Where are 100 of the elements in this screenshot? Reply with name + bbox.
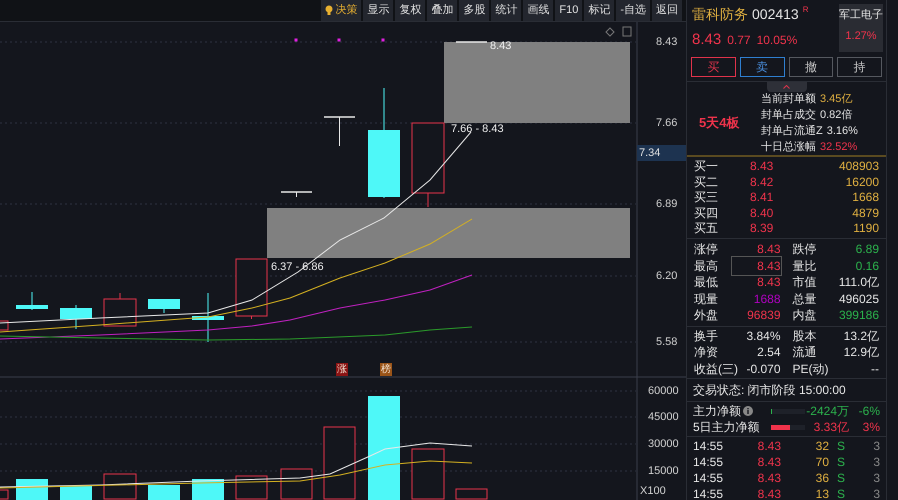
bid-price: 8.43 [750, 158, 772, 176]
bid-price: 8.41 [750, 189, 772, 206]
stat-label: 涨停 [694, 241, 719, 258]
limit-up-label: 封单占流通Z [761, 124, 823, 138]
limit-up-value: 3.45亿 [820, 92, 852, 106]
fundamental-value: -0.070 [745, 360, 780, 378]
zone-range-label: 7.66 - 8.43 [451, 122, 504, 136]
stat-label: 内盘 [792, 307, 818, 324]
limit-up-value: 32.52% [820, 140, 858, 154]
price-axis-label: 7.66 [656, 116, 678, 130]
event-marker[interactable]: 榜 [380, 363, 392, 376]
price-axis-label: 5.58 [656, 335, 678, 349]
stat-value: 8.43 [732, 256, 780, 275]
trade-side: S [837, 470, 846, 487]
trade-volume: 70 [814, 454, 829, 471]
toolbar-button[interactable]: 画线 [523, 0, 554, 21]
price-axis-label: 6.89 [656, 197, 678, 211]
limit-up-streak: 5天4板 [699, 114, 740, 132]
candlestick [456, 41, 487, 43]
stock-flag-label: R [802, 4, 808, 16]
fundamental-value: 3.84% [745, 328, 780, 345]
sector-name: 军工电子 [839, 8, 883, 23]
stock-name: 雷科防务 [692, 5, 748, 24]
stat-value: 6.89 [854, 241, 879, 258]
trade-time: 14:55 [693, 470, 724, 487]
stat-value: 496025 [838, 290, 879, 308]
stat-label: 量比 [792, 258, 818, 275]
toolbar-button[interactable]: 返回 [652, 0, 682, 21]
fundamental-label: PE(动) [792, 360, 830, 378]
limit-up-value: 3.16% [826, 124, 858, 138]
trade-button[interactable]: 持 [837, 56, 882, 76]
stat-label: 跌停 [792, 241, 818, 258]
stat-label: 现量 [694, 290, 719, 308]
bid-level-label: 买一 [694, 158, 719, 176]
stock-code: 002413 [752, 5, 799, 24]
toolbar-button[interactable]: F10 [555, 0, 582, 21]
trade-count: 3 [872, 438, 880, 455]
toolbar-button[interactable]: 标记 [584, 0, 614, 21]
trade-volume: 36 [814, 470, 829, 487]
limit-up-label: 当前封单额 [761, 92, 816, 106]
fundamental-label: 股本 [792, 328, 818, 345]
toolbar-button[interactable]: 决策 [321, 0, 362, 21]
diamond-icon [605, 27, 615, 37]
candlestick [281, 191, 312, 198]
stat-value: 8.43 [756, 241, 780, 258]
sector-change: 1.27% [845, 28, 877, 44]
trade-count: 3 [872, 470, 880, 487]
limit-up-label: 封单占成交 [761, 108, 816, 122]
toolbar-button[interactable]: 统计 [491, 0, 522, 21]
toolbar-button[interactable]: 显示 [363, 0, 394, 21]
stat-label: 总量 [792, 290, 818, 308]
stat-value: 111.0亿 [838, 274, 879, 292]
candlestick [192, 292, 224, 342]
trade-side: S [837, 438, 846, 455]
trade-volume: 13 [814, 486, 829, 500]
trade-price: 8.43 [756, 486, 781, 500]
trading-status: 交易状态: 闭市阶段 15:00:00 [693, 383, 846, 397]
trade-button[interactable]: 卖 [740, 56, 784, 76]
fundamental-label: 换手 [694, 328, 719, 345]
price-axis-label: 8.43 [656, 35, 678, 49]
candlestick [16, 292, 48, 310]
bid-level-label: 买四 [694, 204, 719, 222]
volume-axis-label: 15000 [648, 464, 679, 478]
candlestick [236, 258, 268, 320]
collapse-tab[interactable] [766, 82, 806, 92]
info-icon[interactable] [743, 406, 753, 416]
bid-volume: 1190 [852, 220, 879, 238]
trade-price: 8.43 [756, 454, 781, 471]
percent-change: 10.05% [756, 32, 798, 49]
bid-level-label: 买五 [694, 220, 719, 238]
capital-flow-percent: 3% [862, 419, 880, 436]
volume-bar [60, 486, 92, 500]
trade-button[interactable]: 撤 [788, 56, 834, 76]
capital-flow-value: -2424万 [805, 403, 849, 420]
stat-label: 外盘 [694, 307, 719, 324]
trade-side: S [837, 454, 846, 471]
event-marker[interactable]: 涨 [336, 363, 348, 376]
capital-flow-label: 5日主力净额 [693, 419, 760, 436]
stat-value: 96839 [746, 307, 780, 324]
trade-time: 14:55 [693, 454, 724, 471]
trade-button[interactable]: 买 [691, 56, 736, 76]
bid-price: 8.39 [750, 220, 772, 238]
limit-up-label: 十日总涨幅 [761, 140, 816, 154]
toolbar-button[interactable]: 复权 [395, 0, 426, 21]
toolbar-button[interactable]: -自选 [616, 0, 650, 21]
price-axis-label: 6.20 [656, 269, 678, 283]
trade-time: 14:55 [693, 486, 724, 500]
stat-value: 8.43 [756, 274, 780, 292]
trade-count: 3 [872, 454, 880, 471]
stat-label: 最低 [694, 274, 719, 292]
sector-card[interactable]: 军工电子 1.27% [839, 4, 883, 52]
capital-flow-label: 主力净额 [693, 403, 741, 420]
toolbar-button[interactable]: 多股 [459, 0, 490, 21]
zone-range-label: 6.37 - 6.86 [271, 260, 324, 274]
bid-level-label: 买三 [694, 189, 719, 206]
bid-level-label: 买二 [694, 174, 719, 191]
toolbar-button[interactable]: 叠加 [427, 0, 458, 21]
volume-bar [192, 479, 224, 500]
last-price: 8.43 [692, 30, 722, 50]
fundamental-label: 流通 [792, 344, 818, 362]
